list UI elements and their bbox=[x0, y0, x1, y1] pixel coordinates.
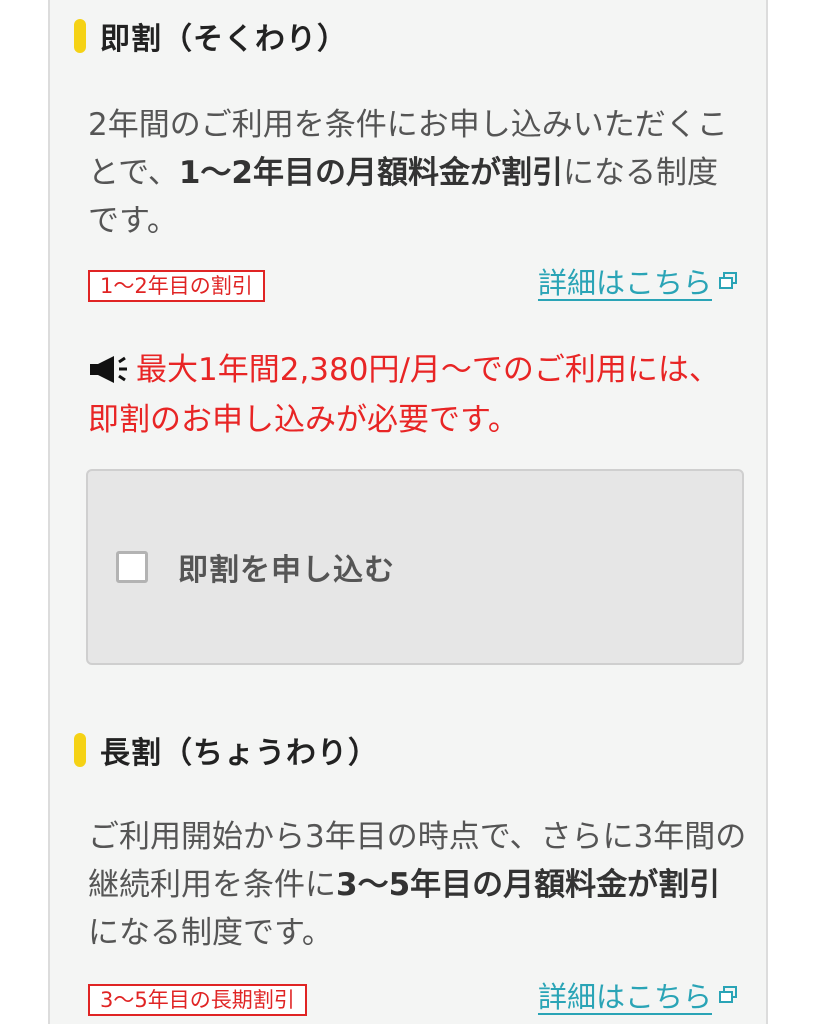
external-link-icon bbox=[719, 986, 737, 1003]
sokuwari-apply-checkbox-row[interactable]: 即割を申し込む bbox=[86, 469, 744, 665]
megaphone-icon bbox=[90, 356, 127, 383]
sokuwari-heading: 即割（そくわり） bbox=[74, 14, 348, 58]
heading-marker bbox=[74, 19, 86, 53]
desc-text: になる制度です。 bbox=[88, 915, 333, 951]
sokuwari-description: 2年間のご利用を条件にお申し込みいただくことで、1〜2年目の月額料金が割引になる… bbox=[88, 101, 748, 245]
sokuwari-title: 即割（そくわり） bbox=[100, 22, 348, 57]
heading-marker bbox=[74, 733, 86, 767]
sokuwari-checkbox[interactable] bbox=[116, 551, 148, 583]
sokuwari-detail-link[interactable]: 詳細はこちら bbox=[538, 260, 738, 302]
chouwari-detail-link[interactable]: 詳細はこちら bbox=[538, 974, 738, 1016]
external-link-icon bbox=[719, 272, 737, 289]
chouwari-tag: 3〜5年目の長期割引 bbox=[88, 984, 307, 1016]
desc-bold-text: 3〜5年目の月額料金が割引 bbox=[336, 867, 721, 903]
desc-bold-text: 1〜2年目の月額料金が割引 bbox=[178, 155, 563, 191]
detail-link-label: 詳細はこちら bbox=[537, 980, 712, 1014]
sokuwari-tag: 1〜2年目の割引 bbox=[88, 270, 265, 302]
discount-panel: 即割（そくわり） 2年間のご利用を条件にお申し込みいただくことで、1〜2年目の月… bbox=[48, 0, 768, 1024]
checkbox-label: 即割を申し込む bbox=[178, 553, 395, 588]
notice-text: 最大1年間2,380円/月〜でのご利用には、即割のお申し込みが必要です。 bbox=[88, 352, 720, 438]
chouwari-heading: 長割（ちょうわり） bbox=[74, 728, 379, 772]
sokuwari-notice: 最大1年間2,380円/月〜でのご利用には、即割のお申し込みが必要です。 bbox=[88, 345, 748, 445]
detail-link-label: 詳細はこちら bbox=[537, 266, 712, 300]
chouwari-title: 長割（ちょうわり） bbox=[100, 736, 379, 771]
chouwari-description: ご利用開始から3年目の時点で、さらに3年間の継続利用を条件に3〜5年目の月額料金… bbox=[88, 813, 748, 957]
